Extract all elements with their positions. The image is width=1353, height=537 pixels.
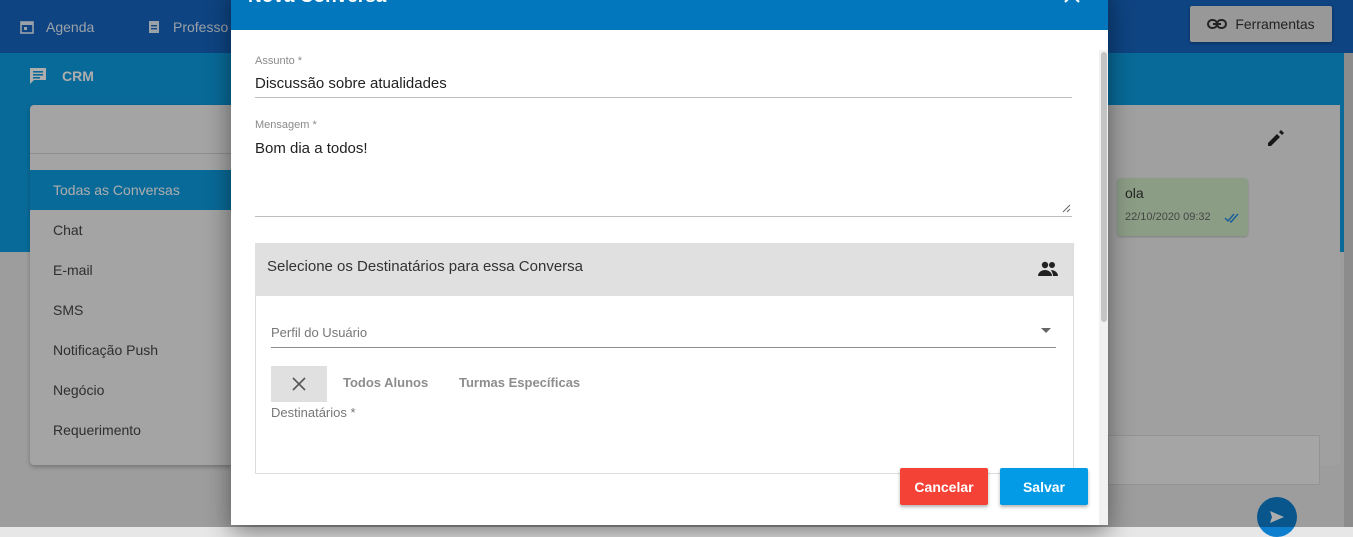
close-icon: [292, 377, 306, 391]
recipients-title: Selecione os Destinatários para essa Con…: [267, 258, 584, 275]
message-label: Mensagem *: [255, 119, 317, 131]
toggle-turmas-especificas[interactable]: Turmas Específicas: [459, 375, 580, 390]
chevron-down-icon[interactable]: [1041, 328, 1051, 333]
subject-underline: [255, 97, 1072, 98]
subject-input[interactable]: Discussão sobre atualidades: [255, 75, 447, 92]
dialog-scrollbar-thumb[interactable]: [1101, 52, 1107, 322]
cancel-button[interactable]: Cancelar: [900, 468, 988, 505]
new-conversation-dialog: Nova Conversa Assunto * Discussão sobre …: [231, 0, 1108, 525]
close-icon[interactable]: [1063, 0, 1081, 4]
message-textarea[interactable]: Bom dia a todos!: [255, 140, 368, 157]
recipients-header[interactable]: Selecione os Destinatários para essa Con…: [255, 243, 1073, 296]
subject-label: Assunto *: [255, 55, 303, 67]
toggle-todos-alunos[interactable]: Todos Alunos: [343, 375, 428, 390]
resize-handle-icon[interactable]: [1062, 204, 1071, 213]
profile-select[interactable]: Perfil do Usuário: [271, 325, 367, 340]
dialog-header: Nova Conversa: [231, 0, 1108, 30]
people-icon: [1038, 261, 1058, 276]
toggle-none-button[interactable]: [271, 366, 327, 402]
save-button[interactable]: Salvar: [1000, 468, 1088, 505]
profile-underline: [271, 347, 1056, 348]
recipients-label: Destinatários *: [271, 405, 356, 420]
message-underline: [255, 216, 1072, 217]
dialog-title: Nova Conversa: [248, 0, 386, 8]
